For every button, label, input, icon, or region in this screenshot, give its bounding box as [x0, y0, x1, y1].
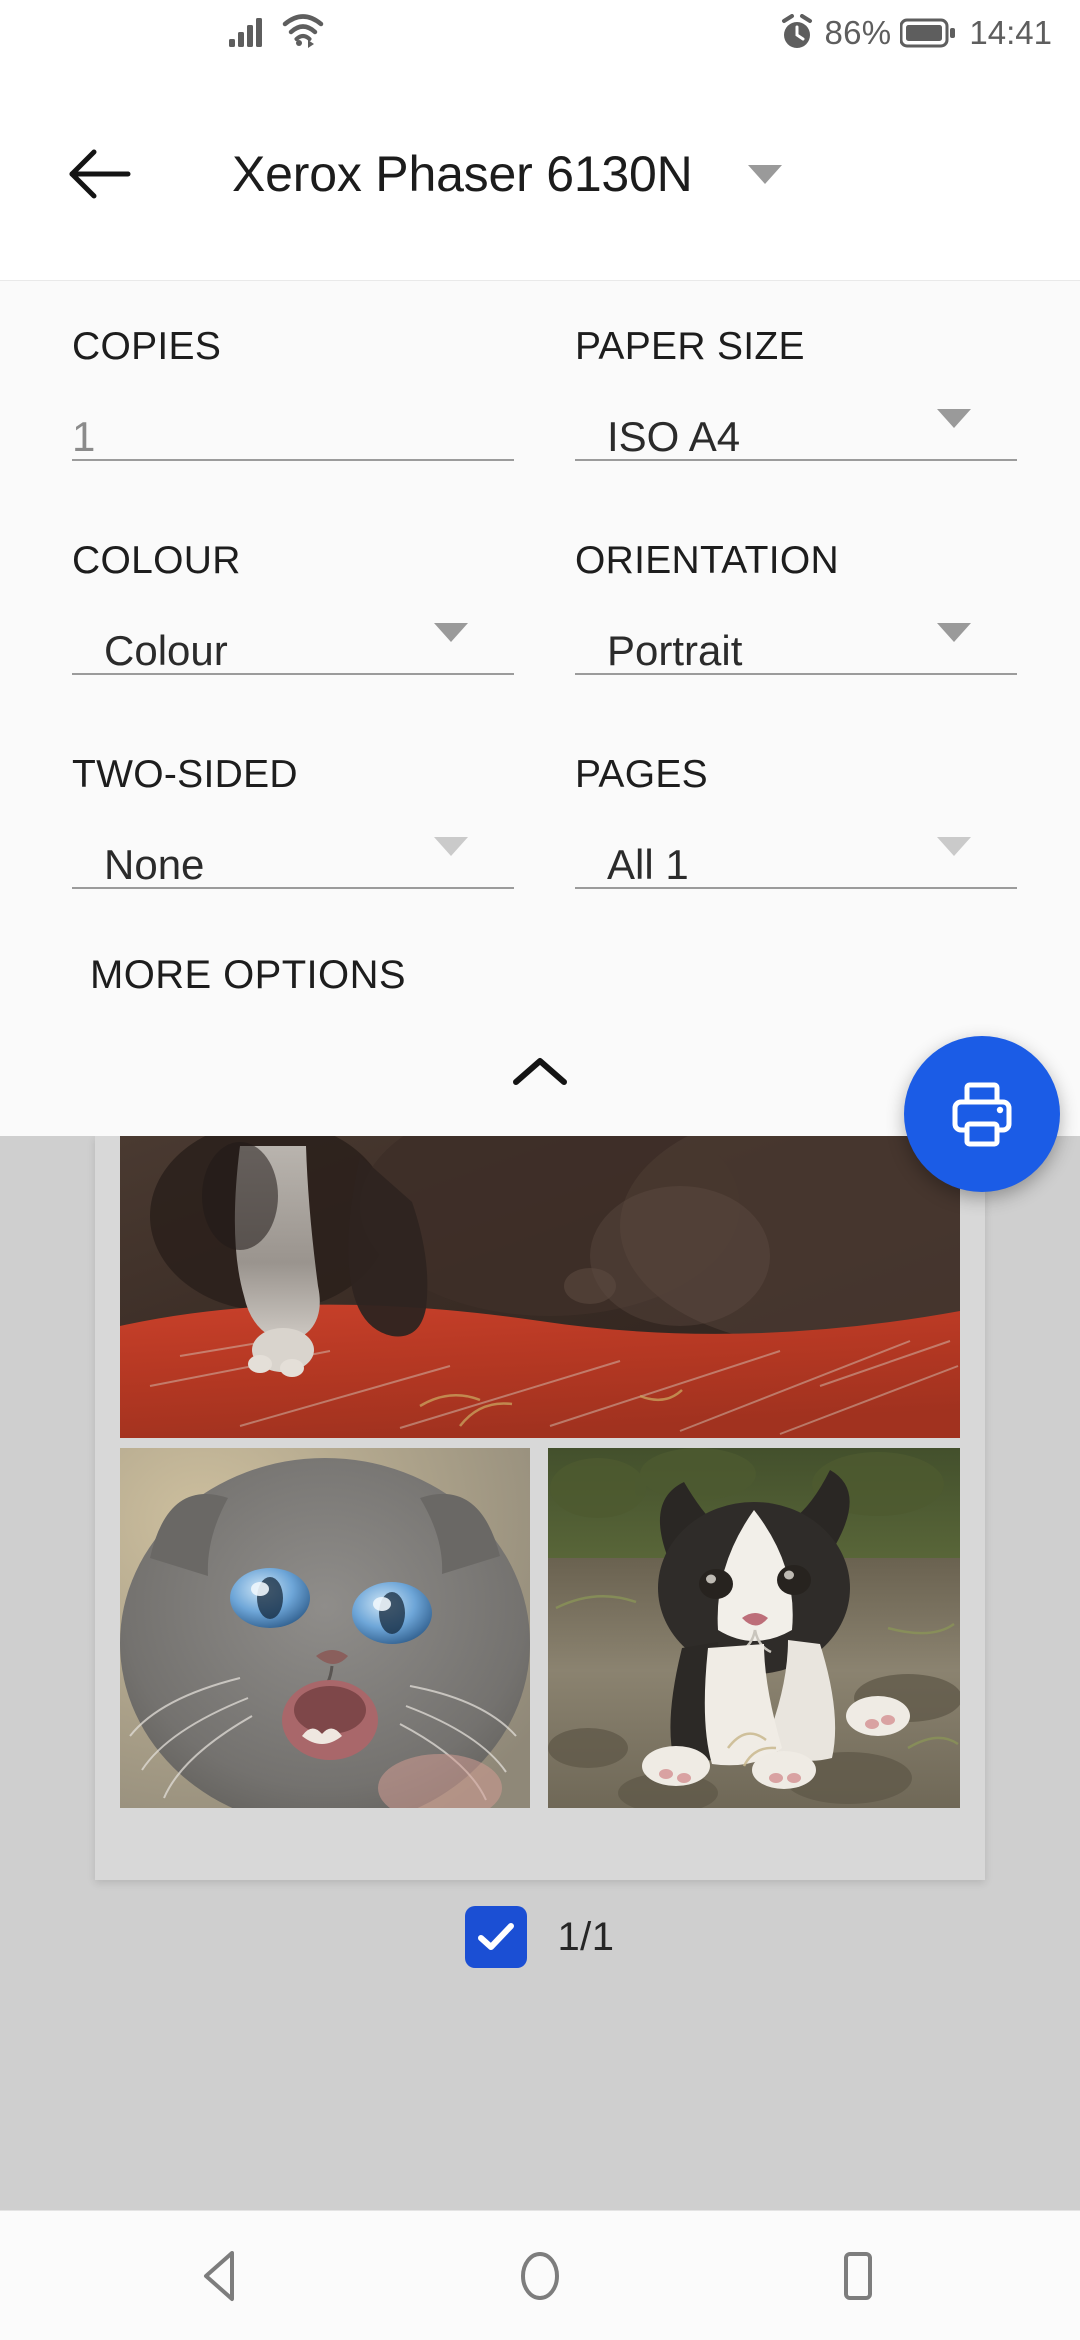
check-icon: [478, 1923, 515, 1950]
back-button[interactable]: [62, 136, 138, 212]
field-underline-two-sided: [72, 887, 514, 889]
nav-back-button[interactable]: [172, 2226, 272, 2326]
nav-back-triangle-icon: [204, 2250, 234, 2301]
field-value-row-paper-size[interactable]: ISO A4: [575, 401, 1017, 473]
chevron-down-icon: [748, 164, 782, 184]
field-orientation[interactable]: ORIENTATION Portrait: [575, 539, 1017, 687]
field-two-sided[interactable]: TWO-SIDED None: [72, 753, 514, 901]
field-value-row-pages[interactable]: All 1: [575, 829, 1017, 901]
kitten-paws-on-red-board-photo: [120, 1136, 960, 1438]
field-value-row-copies[interactable]: 1: [72, 401, 514, 473]
colour-dropdown-button[interactable]: [434, 623, 468, 660]
printer-icon: [952, 1082, 1012, 1147]
field-copies[interactable]: COPIES 1: [72, 325, 514, 473]
android-navigation-bar: [0, 2210, 1080, 2340]
field-label-orientation: ORIENTATION: [575, 539, 840, 582]
chevron-down-icon: [434, 623, 468, 659]
field-label-paper-size: PAPER SIZE: [575, 325, 805, 368]
status-bar-left-icons: [228, 12, 325, 48]
field-value-row-colour[interactable]: Colour: [72, 615, 514, 687]
nav-recents-square-icon: [844, 2251, 872, 2300]
copies-input-value[interactable]: 1: [72, 413, 95, 461]
chevron-down-icon: [937, 623, 971, 659]
field-label-two-sided: TWO-SIDED: [72, 753, 298, 796]
page-select-checkbox[interactable]: [465, 1906, 528, 1968]
cellular-signal-icon: [229, 18, 262, 47]
alarm-clock-icon: [782, 14, 813, 48]
preview-page-content: [120, 1136, 960, 1808]
photo-art-bottom-right: [548, 1448, 960, 1808]
grey-kitten-blue-eyes-photo: [120, 1448, 530, 1808]
print-preview-area: 1/1: [0, 1136, 1080, 2208]
field-underline-colour: [72, 673, 514, 675]
photo-art-bottom-left: [120, 1448, 530, 1808]
photo-art-top: [120, 1136, 960, 1438]
field-paper-size[interactable]: PAPER SIZE ISO A4: [575, 325, 1017, 473]
preview-page-sheet[interactable]: [95, 1136, 985, 1880]
back-arrow-icon: [69, 149, 131, 199]
printer-select-dropdown[interactable]: [748, 157, 782, 191]
two-sided-value: None: [104, 841, 205, 888]
nav-recents-button[interactable]: [808, 2226, 908, 2326]
collapse-panel-button[interactable]: [500, 1043, 580, 1103]
battery-percent-label: 86%: [824, 14, 892, 51]
field-underline-copies: [72, 459, 514, 461]
field-label-pages: PAGES: [575, 753, 708, 796]
chevron-up-icon: [513, 1058, 567, 1085]
colour-value: Colour: [104, 627, 228, 674]
two-sided-dropdown-button[interactable]: [434, 837, 468, 874]
field-value-row-orientation[interactable]: Portrait: [575, 615, 1017, 687]
print-button[interactable]: [904, 1036, 1060, 1192]
page-status-row: 1/1: [0, 1906, 1080, 1968]
chevron-down-icon: [434, 837, 468, 873]
field-underline-orientation: [575, 673, 1017, 675]
black-white-kitten-on-soil-photo: [548, 1448, 960, 1808]
field-colour[interactable]: COLOUR Colour: [72, 539, 514, 687]
paper-size-dropdown-button[interactable]: [937, 409, 971, 446]
phone-screen: 86% 14:41 Xerox Phaser 6130N COPIES 1 PA…: [0, 0, 1080, 2340]
pages-value: All 1: [607, 841, 689, 888]
field-label-copies: COPIES: [72, 325, 222, 368]
field-underline-paper-size: [575, 459, 1017, 461]
chevron-down-icon: [937, 409, 971, 445]
printer-name-title: Xerox Phaser 6130N: [232, 146, 693, 202]
status-bar-right-icons: 86% 14:41: [779, 14, 1052, 52]
field-label-colour: COLOUR: [72, 539, 241, 582]
paper-size-value: ISO A4: [607, 413, 741, 460]
clock-label: 14:41: [969, 14, 1052, 51]
field-underline-pages: [575, 887, 1017, 889]
field-value-row-two-sided[interactable]: None: [72, 829, 514, 901]
orientation-dropdown-button[interactable]: [937, 623, 971, 660]
field-pages[interactable]: PAGES All 1: [575, 753, 1017, 901]
pages-dropdown-button[interactable]: [937, 837, 971, 874]
wifi-icon: [282, 14, 324, 48]
more-options-button[interactable]: MORE OPTIONS: [90, 953, 406, 998]
settings-body: COPIES 1 PAPER SIZE ISO A4 COLOUR Colour…: [0, 280, 1080, 1136]
status-bar: 86% 14:41: [0, 0, 1080, 68]
nav-home-circle-icon: [521, 2251, 559, 2300]
app-bar: Xerox Phaser 6130N: [0, 68, 1080, 280]
chevron-down-icon: [937, 837, 971, 873]
print-settings-panel: Xerox Phaser 6130N COPIES 1 PAPER SIZE I…: [0, 68, 1080, 1136]
battery-icon: [900, 18, 956, 48]
orientation-value: Portrait: [607, 627, 743, 674]
nav-home-button[interactable]: [490, 2226, 590, 2326]
page-count-label: 1/1: [557, 1914, 615, 1959]
